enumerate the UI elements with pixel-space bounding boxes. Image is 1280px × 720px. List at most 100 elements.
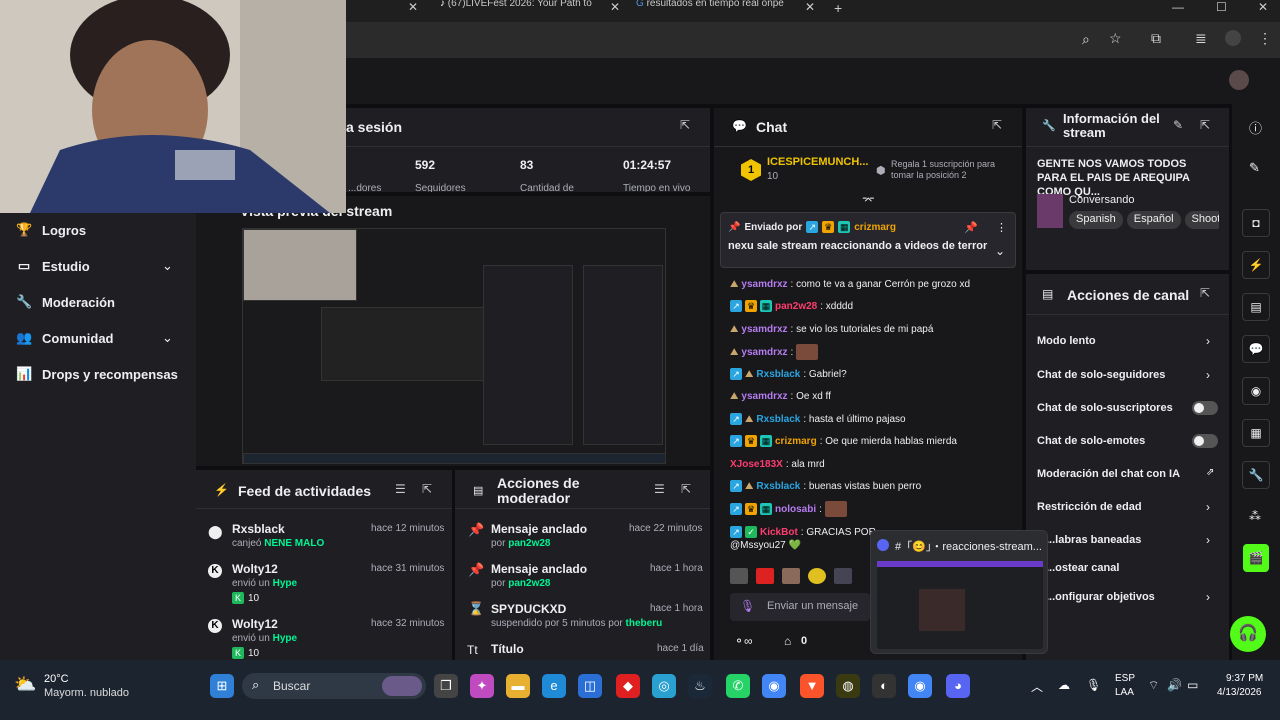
wifi-icon[interactable]: ⌔ [1148, 678, 1159, 693]
chat-username[interactable]: XJose183X [730, 459, 783, 470]
emote[interactable] [782, 568, 800, 584]
close-tab-icon[interactable]: ✕ [610, 0, 620, 14]
browser-tab[interactable]: ♪ (67)LIVEFest 2026: Your Path to [440, 0, 600, 22]
collapse-icon[interactable]: ⌤ [862, 194, 875, 207]
app-dark-icon[interactable]: ◐ [872, 674, 896, 698]
store-icon[interactable]: ◫ [578, 674, 602, 698]
chat-message[interactable]: ↗ ♛ ▦ pan2w28: xdddd [730, 298, 853, 314]
info-icon[interactable]: ⓘ [1249, 118, 1262, 137]
chat-username[interactable]: Rxsblack [756, 414, 800, 425]
unpin-icon[interactable]: 📌 [964, 221, 978, 234]
chevron-up-icon[interactable]: ︿ [1031, 678, 1043, 695]
microphone-icon[interactable]: 🎙 [1086, 678, 1101, 692]
chat-message[interactable]: ↗ ⛰ Rxsblack: hasta el último pajaso [730, 411, 906, 427]
chat-message[interactable]: XJose183X: ala mrd [730, 456, 825, 472]
chat-message[interactable]: ↗ ♛ ▦ nolosabi: [730, 501, 847, 517]
action-ai-moderation[interactable]: Moderación del chat con IA [1037, 468, 1180, 480]
chevron-right-icon[interactable]: › [1206, 533, 1210, 547]
brave-icon[interactable]: ▼ [800, 674, 824, 698]
chat-message[interactable]: ↗ ✓ KickBot: GRACIAS POR [730, 524, 876, 540]
chevron-down-icon[interactable]: ⌄ [995, 244, 1005, 258]
action-age-restriction[interactable]: Restricción de edad [1037, 501, 1142, 513]
action-followers-only[interactable]: Chat de solo-seguidores [1037, 369, 1165, 381]
chat-input[interactable]: 🎙 Enviar un mensaje [730, 593, 870, 621]
chrome-icon[interactable]: ◉ [908, 674, 932, 698]
camera-icon[interactable]: ◘ [1242, 209, 1270, 237]
language-code[interactable]: ESP [1115, 673, 1135, 684]
chevron-down-icon[interactable]: ⌄ [162, 330, 173, 346]
document-icon[interactable]: ▤ [1242, 293, 1270, 321]
task-view-icon[interactable]: ❐ [434, 674, 458, 698]
feed-username[interactable]: Wolty12 [232, 617, 278, 631]
file-explorer-icon[interactable]: ▬ [506, 674, 530, 698]
wrench-icon[interactable]: 🔧 [1242, 461, 1270, 489]
modaction-user[interactable]: theberu [626, 618, 663, 629]
taskbar-search[interactable]: ⌕ Buscar [242, 673, 426, 699]
pinned-username[interactable]: crizmarg [854, 222, 896, 233]
app-red-icon[interactable]: ◆ [616, 674, 640, 698]
windows-start-icon[interactable]: ⊞ [210, 674, 234, 698]
lightning-icon[interactable]: ⚡ [1242, 251, 1270, 279]
popout-icon[interactable]: ⇱ [992, 118, 1002, 132]
chat-message[interactable]: ↗ ♛ ▦ crizmarg: Oe que mierda hablas mierda [730, 433, 957, 449]
store-icon[interactable]: ⌂ [784, 634, 791, 648]
app-gold-icon[interactable]: ◍ [836, 674, 860, 698]
discord-taskbar-preview[interactable]: #「😊」・reacciones-stream... [870, 530, 1048, 654]
user-avatar[interactable] [1229, 70, 1249, 90]
clock-time[interactable]: 9:37 PM [1226, 673, 1263, 684]
filter-icon[interactable]: ☰ [395, 482, 406, 496]
chevron-right-icon[interactable]: › [1206, 368, 1210, 382]
chat-username[interactable]: Rxsblack [756, 369, 800, 380]
modaction-user[interactable]: pan2w28 [508, 538, 550, 549]
edge-icon[interactable]: e [542, 674, 566, 698]
extensions-icon[interactable]: ⧉ [1151, 30, 1161, 47]
zoom-icon[interactable]: ⌕ [1082, 31, 1090, 48]
discord-icon[interactable]: ◕ [946, 674, 970, 698]
community-icon[interactable]: ⁂ [1249, 509, 1261, 523]
chevron-right-icon[interactable]: › [1206, 500, 1210, 514]
chat-username[interactable]: pan2w28 [775, 301, 817, 312]
reading-list-icon[interactable]: ≣ [1195, 30, 1207, 47]
popout-icon[interactable]: ⇱ [681, 482, 691, 496]
help-headset-icon[interactable]: 🎧 [1230, 616, 1266, 652]
profile-avatar[interactable] [1225, 30, 1241, 46]
emote[interactable] [730, 568, 748, 584]
layout-icon[interactable]: ▦ [1242, 419, 1270, 447]
browser-menu-icon[interactable]: ⋮ [1258, 30, 1272, 47]
browser-tab[interactable]: G resultados en tiempo real onpe [636, 0, 798, 22]
steam-icon[interactable]: ♨ [688, 674, 712, 698]
chevron-right-icon[interactable]: › [1206, 334, 1210, 348]
popout-icon[interactable]: ⇱ [680, 118, 690, 132]
subscribers-only-toggle[interactable] [1192, 401, 1218, 415]
volume-icon[interactable]: 🔊 [1167, 678, 1182, 692]
chat-username[interactable]: KickBot [760, 527, 798, 538]
emote[interactable] [808, 568, 826, 584]
chat-username[interactable]: ysamdrxz [741, 324, 787, 335]
modaction-user[interactable]: pan2w28 [508, 578, 550, 589]
whatsapp-icon[interactable]: ✆ [726, 674, 750, 698]
more-options-icon[interactable]: ⋮ [996, 221, 1007, 234]
chat-message[interactable]: ⛰ ysamdrxz: como te va a ganar Cerrón pe … [730, 276, 970, 292]
action-host-channel[interactable]: ...ostear canal [1046, 562, 1119, 574]
chrome-icon[interactable]: ◉ [762, 674, 786, 698]
clapper-icon[interactable]: 🎬 [1243, 544, 1269, 572]
chat-username[interactable]: nolosabi [775, 504, 816, 515]
microphone-icon[interactable]: 🎙 [740, 599, 755, 613]
stream-preview-video[interactable] [242, 228, 666, 464]
action-banned-words[interactable]: ...labras baneadas [1046, 534, 1141, 546]
popout-icon[interactable]: ⇱ [1200, 286, 1210, 300]
popout-icon[interactable]: ⇱ [1200, 118, 1210, 132]
sidebar-item-moderacion[interactable]: 🔧 Moderación [16, 294, 115, 310]
chat-username[interactable]: Rxsblack [756, 481, 800, 492]
app-blue-icon[interactable]: ◎ [652, 674, 676, 698]
broadcast-icon[interactable]: ◉ [1242, 377, 1270, 405]
chat-message[interactable]: ⛰ ysamdrxz: Oe xd ff [730, 388, 831, 404]
filter-icon[interactable]: ☰ [654, 482, 665, 496]
gift-prompt[interactable]: Regala 1 suscripción para tomar la posic… [891, 159, 1011, 181]
external-link-icon[interactable]: ⇗ [1206, 467, 1214, 478]
popout-icon[interactable]: ⇱ [422, 482, 432, 496]
edit-pencil-icon[interactable]: ✎ [1173, 118, 1183, 132]
action-emotes-only[interactable]: Chat de solo-emotes [1037, 435, 1145, 447]
sidebar-item-estudio[interactable]: ▭ Estudio [16, 258, 90, 274]
chat-message[interactable]: ↗ ⛰ Rxsblack: Gabriel? [730, 366, 847, 382]
